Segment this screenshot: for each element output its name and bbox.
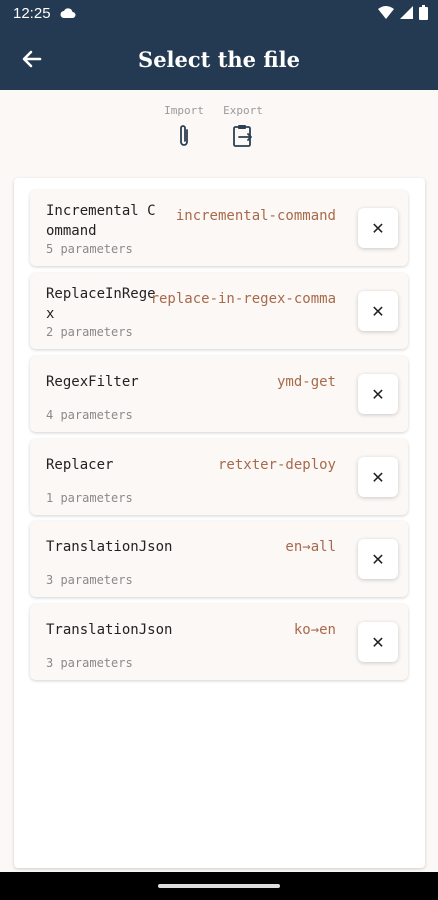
battery-icon [419, 5, 428, 24]
item-command: replace-in-regex-comma [150, 291, 336, 307]
item-params: 2 parameters [46, 325, 133, 339]
export-button[interactable]: Export [218, 104, 268, 149]
remove-button[interactable]: ✕ [358, 291, 398, 331]
remove-button[interactable]: ✕ [358, 622, 398, 662]
app-bar: Select the file [0, 28, 438, 90]
wifi-icon [378, 6, 394, 23]
item-name: TranslationJson [46, 622, 173, 638]
close-icon: ✕ [371, 301, 385, 321]
item-name: RegexFilter [46, 374, 139, 390]
clipboard-export-icon [218, 123, 268, 149]
import-label: Import [164, 104, 204, 117]
item-params: 4 parameters [46, 408, 133, 422]
item-name: TranslationJson [46, 539, 173, 555]
close-icon: ✕ [371, 218, 385, 238]
item-name: Incremental Command [46, 203, 156, 239]
signal-icon [400, 6, 413, 23]
remove-button[interactable]: ✕ [358, 208, 398, 248]
close-icon: ✕ [371, 549, 385, 569]
item-name: Replacer [46, 457, 114, 473]
file-list-panel: Incremental Command incremental-command … [14, 178, 425, 868]
file-actions: Import Export [0, 100, 438, 160]
close-icon: ✕ [371, 467, 385, 487]
cloud-icon [60, 6, 76, 23]
item-params: 3 parameters [46, 656, 133, 670]
item-command: ymd-get [276, 374, 336, 390]
list-item[interactable]: RegexFilter ymd-get 4 parameters ✕ [30, 356, 408, 432]
page-title: Select the file [138, 47, 300, 72]
list-item[interactable]: TranslationJson en→all 3 parameters ✕ [30, 521, 408, 597]
list-item[interactable]: Replacer retxter-deploy 1 parameters ✕ [30, 439, 408, 515]
item-params: 1 parameters [46, 491, 133, 505]
item-name: ReplaceInRegex [46, 286, 156, 322]
status-time: 12:25 [13, 5, 51, 22]
item-command: incremental-command [175, 208, 336, 224]
close-icon: ✕ [371, 632, 385, 652]
system-nav-bar [0, 872, 438, 900]
close-icon: ✕ [371, 384, 385, 404]
list-item[interactable]: ReplaceInRegex replace-in-regex-comma 2 … [30, 273, 408, 349]
item-command: retxter-deploy [217, 457, 336, 473]
remove-button[interactable]: ✕ [358, 374, 398, 414]
list-item[interactable]: TranslationJson ko→en 3 parameters ✕ [30, 604, 408, 680]
import-button[interactable]: Import [159, 104, 209, 149]
item-params: 5 parameters [46, 242, 133, 256]
item-command: ko→en [293, 622, 336, 638]
list-item[interactable]: Incremental Command incremental-command … [30, 190, 408, 266]
status-bar: 12:25 [0, 0, 438, 28]
export-label: Export [223, 104, 263, 117]
remove-button[interactable]: ✕ [358, 539, 398, 579]
item-command: en→all [285, 539, 336, 555]
paperclip-icon [159, 123, 209, 149]
home-gesture-handle[interactable] [158, 884, 280, 888]
item-params: 3 parameters [46, 573, 133, 587]
remove-button[interactable]: ✕ [358, 457, 398, 497]
